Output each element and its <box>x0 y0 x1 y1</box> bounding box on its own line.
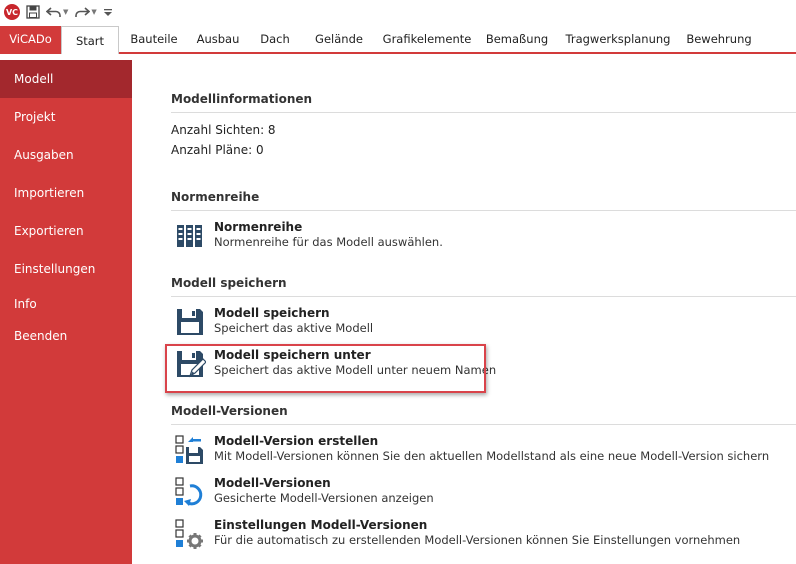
modell-version-erstellen-command[interactable]: Modell-Version erstellen Mit Modell-Vers… <box>174 434 769 472</box>
section-divider <box>171 296 796 297</box>
command-description: Normenreihe für das Modell auswählen. <box>214 235 443 249</box>
tab-grafikelemente[interactable]: Grafikelemente <box>375 26 479 52</box>
modell-speichern-command[interactable]: Modell speichern Speichert das aktive Mo… <box>174 306 373 344</box>
undo-dropdown-icon[interactable]: ▼ <box>63 8 68 16</box>
command-title: Modell-Versionen <box>214 476 331 490</box>
floppy-icon <box>177 309 203 335</box>
backstage-sidebar: Modell Projekt Ausgaben Importieren Expo… <box>0 60 132 564</box>
version-create-icon <box>175 435 203 464</box>
section-divider <box>171 112 796 113</box>
command-description: Mit Modell-Versionen können Sie den aktu… <box>214 449 770 463</box>
einstellungen-modell-versionen-command[interactable]: Einstellungen Modell-Versionen Für die a… <box>174 518 740 556</box>
customize-icon[interactable] <box>103 3 113 21</box>
command-title: Modell speichern <box>214 306 330 320</box>
section-title-modell-speichern: Modell speichern <box>171 276 287 290</box>
app-logo[interactable]: VC <box>4 4 20 20</box>
section-title-modellinformationen: Modellinformationen <box>171 92 313 106</box>
section-title-normenreihe: Normenreihe <box>171 190 260 204</box>
tab-bewehrung[interactable]: Bewehrung <box>681 26 757 52</box>
sidebar-item-importieren[interactable]: Importieren <box>0 174 132 212</box>
plan-count: Anzahl Pläne: 0 <box>171 143 264 157</box>
sidebar-item-modell[interactable]: Modell <box>0 60 132 98</box>
sidebar-item-beenden[interactable]: Beenden <box>0 320 132 352</box>
undo-icon[interactable]: ▼ <box>46 3 68 21</box>
tab-ausbau[interactable]: Ausbau <box>189 26 247 52</box>
backstage-content: Modellinformationen Anzahl Sichten: 8 An… <box>132 60 796 564</box>
sidebar-item-ausgaben[interactable]: Ausgaben <box>0 136 132 174</box>
view-count: Anzahl Sichten: 8 <box>171 123 276 137</box>
sidebar-item-exportieren[interactable]: Exportieren <box>0 212 132 250</box>
version-list-icon <box>175 477 203 506</box>
quick-access-toolbar: VC ▼ ▼ <box>0 0 796 24</box>
sidebar-item-info[interactable]: Info <box>0 288 132 320</box>
tab-tragwerksplanung[interactable]: Tragwerksplanung <box>555 26 681 52</box>
command-title: Normenreihe <box>214 220 303 234</box>
sidebar-item-einstellungen[interactable]: Einstellungen <box>0 250 132 288</box>
section-divider <box>171 424 796 425</box>
command-title: Einstellungen Modell-Versionen <box>214 518 428 532</box>
highlight-box <box>165 344 486 393</box>
redo-dropdown-icon[interactable]: ▼ <box>91 8 96 16</box>
command-description: Für die automatisch zu erstellenden Mode… <box>214 533 741 547</box>
redo-icon[interactable]: ▼ <box>74 3 97 21</box>
modell-versionen-command[interactable]: Modell-Versionen Gesicherte Modell-Versi… <box>174 476 434 514</box>
section-divider <box>171 210 796 211</box>
command-description: Speichert das aktive Modell <box>214 321 374 335</box>
section-title-modell-versionen: Modell-Versionen <box>171 404 288 418</box>
ribbon-tabs: ViCADo Start Bauteile Ausbau Dach Geländ… <box>0 26 796 54</box>
command-title: Modell-Version erstellen <box>214 434 379 448</box>
save-icon[interactable] <box>26 3 40 21</box>
tab-bauteile[interactable]: Bauteile <box>119 26 189 52</box>
tab-start[interactable]: Start <box>61 26 119 54</box>
tab-bemassung[interactable]: Bemaßung <box>479 26 555 52</box>
command-description: Gesicherte Modell-Versionen anzeigen <box>214 491 434 505</box>
sidebar-item-projekt[interactable]: Projekt <box>0 98 132 136</box>
tab-dach[interactable]: Dach <box>247 26 303 52</box>
tab-gelaende[interactable]: Gelände <box>303 26 375 52</box>
norm-binders-icon <box>177 225 202 247</box>
version-settings-icon <box>175 519 203 549</box>
tab-vicado[interactable]: ViCADo <box>0 26 61 52</box>
normenreihe-command[interactable]: Normenreihe Normenreihe für das Modell a… <box>174 220 443 258</box>
